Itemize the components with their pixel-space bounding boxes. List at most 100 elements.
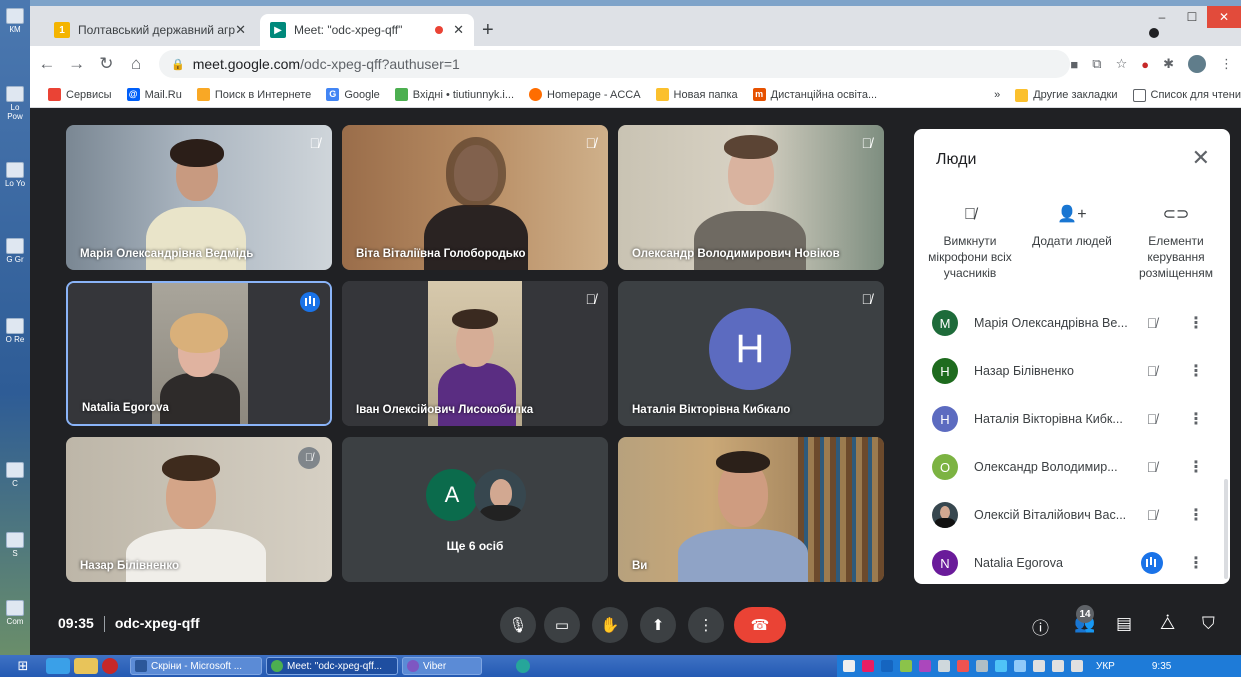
explorer-icon[interactable] <box>74 658 98 674</box>
bookmark[interactable]: Поиск в Интернете <box>196 88 311 101</box>
menu-icon[interactable]: ⋮ <box>1220 56 1233 72</box>
more-options-icon[interactable]: ⋮ <box>1188 361 1204 381</box>
tab-university[interactable]: 1 Полтавський державний аграр ✕ <box>44 14 256 46</box>
desktop-icon[interactable]: КМ <box>4 8 26 34</box>
list-item[interactable]: M Марія Олександрівна Ве... 🎙̸ ⋮ <box>914 299 1230 347</box>
close-window-icon[interactable]: ✕ <box>1207 6 1241 28</box>
video-tile[interactable]: 🎙̸ Марія Олександрівна Ведмідь <box>66 125 332 270</box>
tray-icon[interactable] <box>957 660 969 672</box>
more-options-icon[interactable]: ⋮ <box>1188 313 1204 333</box>
taskbar-item-chrome[interactable]: Meet: "odc-xpeg-qff... <box>266 657 398 675</box>
video-tile[interactable]: Н 🎙̸ Наталія Вікторівна Кибкало <box>618 281 884 426</box>
host-controls-icon[interactable]: ⛉ <box>1202 614 1215 634</box>
ie-icon[interactable] <box>46 658 70 674</box>
avatar[interactable] <box>1188 55 1206 73</box>
list-item[interactable]: N Natalia Egorova ⋮ <box>914 539 1230 584</box>
back-icon[interactable]: ← <box>34 54 60 74</box>
desktop-icon[interactable]: Lo Pow <box>4 86 26 121</box>
host-controls-button[interactable]: ⊂⊃ Елементи керування розміщенням <box>1128 207 1224 281</box>
desktop-icon[interactable]: G Gr <box>4 238 26 264</box>
desktop-icon[interactable]: O Re <box>4 318 26 344</box>
leave-call-button[interactable]: ☎ <box>734 607 786 643</box>
bluetooth-icon[interactable] <box>881 660 893 672</box>
tray-icon[interactable] <box>995 660 1007 672</box>
desktop-icon[interactable]: S <box>4 532 26 558</box>
system-clock[interactable]: 9:35 <box>1152 661 1171 672</box>
desktop-icon[interactable]: C <box>4 462 26 488</box>
shield-extension-icon[interactable]: ● <box>1141 57 1149 72</box>
microphone-button[interactable]: 🎙 <box>500 607 536 643</box>
opera-icon[interactable] <box>102 658 118 674</box>
video-tile-active[interactable]: Natalia Egorova <box>66 281 332 426</box>
bookmark[interactable]: G Google <box>326 88 380 101</box>
speaker-icon[interactable] <box>1052 660 1064 672</box>
more-participants-tile[interactable]: A Ще 6 осіб <box>342 437 608 582</box>
forward-icon[interactable]: → <box>64 54 90 74</box>
bookmark[interactable]: Сервисы <box>48 88 112 101</box>
star-icon[interactable]: ☆ <box>1116 56 1128 72</box>
tray-icon[interactable] <box>976 660 988 672</box>
more-options-icon[interactable]: ⋮ <box>1188 553 1204 573</box>
profile-icon[interactable] <box>1149 28 1159 38</box>
raise-hand-button[interactable]: ✋ <box>592 607 628 643</box>
info-icon[interactable]: ⓘ <box>1032 614 1049 639</box>
camera-button[interactable]: ▭ <box>544 607 580 643</box>
video-tile[interactable]: 🎙̸ Назар Білівненко <box>66 437 332 582</box>
chat-icon[interactable]: ▤ <box>1116 614 1132 634</box>
tray-icon[interactable] <box>843 660 855 672</box>
more-options-icon[interactable]: ⋮ <box>1188 457 1204 477</box>
other-bookmarks[interactable]: Другие закладки <box>1015 88 1118 102</box>
tray-icon[interactable] <box>919 660 931 672</box>
more-options-icon[interactable]: ⋮ <box>1188 409 1204 429</box>
translate-icon[interactable]: ⧉ <box>1092 56 1101 72</box>
list-item[interactable]: Олексій Віталійович Вас... 🎙̸ ⋮ <box>914 491 1230 539</box>
network-icon[interactable] <box>1014 660 1026 672</box>
minimize-icon[interactable]: – <box>1147 6 1177 28</box>
desktop-icon[interactable]: Com <box>4 600 26 626</box>
close-panel-button[interactable]: ✕ <box>1192 145 1210 171</box>
people-button[interactable]: 14 👥 <box>1074 605 1095 634</box>
mute-all-button[interactable]: 🎙̸ Вимкнути мікрофони всіх учасників <box>922 207 1018 281</box>
close-tab-icon[interactable]: ✕ <box>453 22 464 38</box>
tab-meet[interactable]: ▶ Meet: "odc-xpeg-qff" ✕ <box>260 14 474 46</box>
reading-list[interactable]: Список для чтени <box>1132 88 1241 102</box>
start-button[interactable]: ⊞ <box>0 655 46 677</box>
maximize-icon[interactable]: ☐ <box>1177 6 1207 28</box>
list-item[interactable]: Н Назар Білівненко 🎙̸ ⋮ <box>914 347 1230 395</box>
edge-icon[interactable] <box>516 659 530 673</box>
tray-icon[interactable] <box>900 660 912 672</box>
video-tile[interactable]: 🎙̸ Олександр Володимирович Новіков <box>618 125 884 270</box>
video-tile[interactable]: 🎙̸ Віта Віталіївна Голобородько <box>342 125 608 270</box>
close-tab-icon[interactable]: ✕ <box>235 22 246 38</box>
video-tile[interactable]: 🎙̸ Іван Олексійович Лисокобилка <box>342 281 608 426</box>
signal-icon[interactable] <box>1033 660 1045 672</box>
desktop-icon[interactable]: Lo Yo <box>4 162 26 188</box>
bookmark[interactable]: Вхідні • tiutiunnyk.i... <box>394 88 514 101</box>
bookmark[interactable]: m Дистанційна освіта... <box>752 88 877 101</box>
list-item[interactable]: О Олександр Володимир... 🎙̸ ⋮ <box>914 443 1230 491</box>
bookmark[interactable]: Homepage - ACCA <box>529 88 641 101</box>
new-tab-button[interactable]: + <box>482 20 494 40</box>
language-indicator[interactable]: УКР <box>1096 661 1115 672</box>
present-button[interactable]: ⬆ <box>640 607 676 643</box>
camera-icon[interactable]: ■ <box>1070 57 1078 72</box>
address-bar[interactable]: 🔒 meet.google.com/odc-xpeg-qff?authuser=… <box>159 50 1071 78</box>
bookmark[interactable]: @ Mail.Ru <box>126 88 182 101</box>
more-bookmarks-button[interactable]: » <box>994 89 1000 101</box>
scrollbar[interactable] <box>1224 479 1228 579</box>
more-options-icon[interactable]: ⋮ <box>1188 505 1204 525</box>
taskbar-item-viber[interactable]: Viber <box>402 657 482 675</box>
more-options-button[interactable]: ⋮ <box>688 607 724 643</box>
add-people-button[interactable]: 👤+ Додати людей <box>1024 207 1120 249</box>
video-tile-self[interactable]: Ви <box>618 437 884 582</box>
taskbar-item-word[interactable]: Скріни - Microsoft ... <box>130 657 262 675</box>
home-icon[interactable]: ⌂ <box>123 54 149 74</box>
list-item[interactable]: Н Наталія Вікторівна Кибк... 🎙̸ ⋮ <box>914 395 1230 443</box>
puzzle-icon[interactable]: ✱ <box>1163 56 1174 72</box>
activities-icon[interactable]: ⧊ <box>1160 614 1175 634</box>
volume-icon[interactable] <box>938 660 950 672</box>
bookmark[interactable]: Новая папка <box>655 88 738 101</box>
reload-icon[interactable]: ↻ <box>94 54 120 74</box>
tray-icon[interactable] <box>862 660 874 672</box>
tray-icon[interactable] <box>1071 660 1083 672</box>
